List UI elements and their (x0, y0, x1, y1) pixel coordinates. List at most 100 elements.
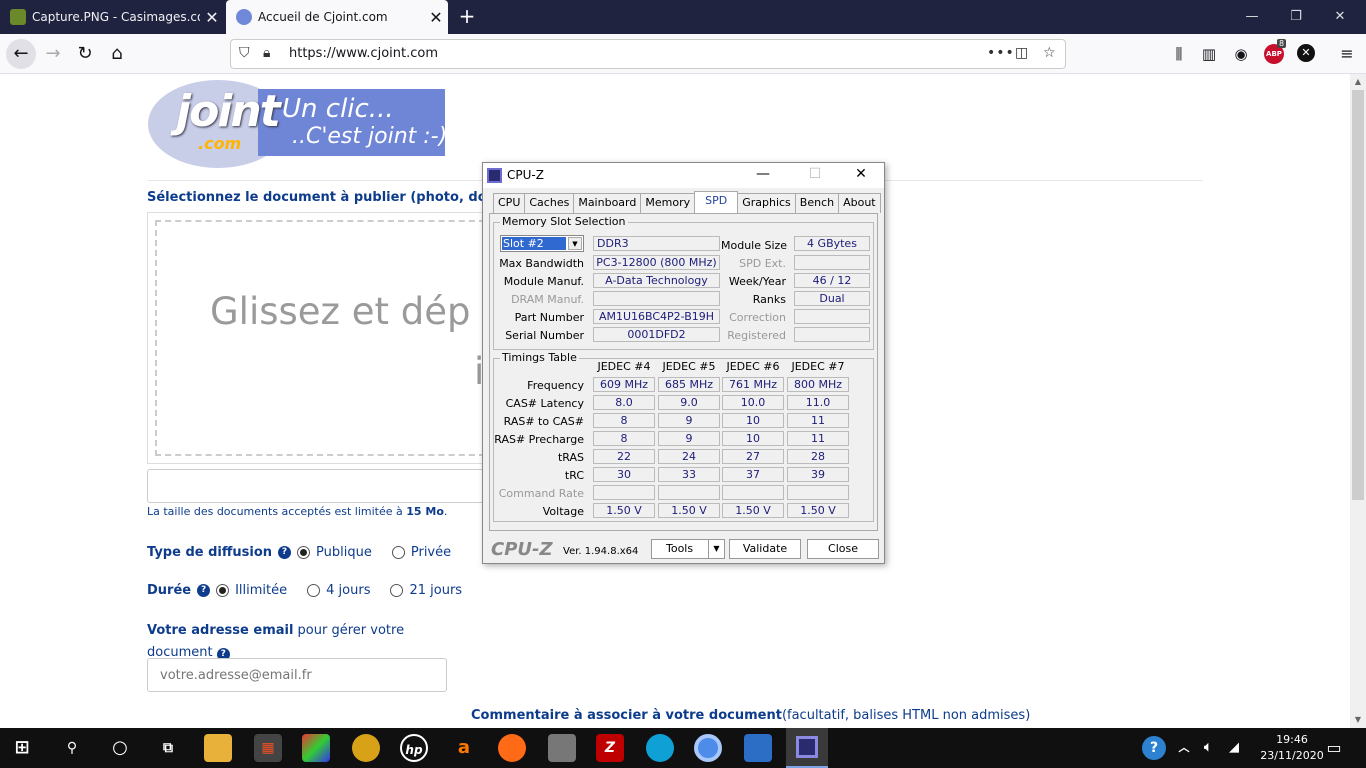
timing-cell (658, 485, 720, 500)
comment-label: Commentaire à associer à votre document(… (471, 708, 1030, 723)
cpuz-titlebar[interactable]: CPU-Z — ☐ ✕ (483, 163, 884, 188)
back-button[interactable]: ← (6, 39, 36, 69)
tab-about[interactable]: About (838, 193, 881, 213)
task-view-icon[interactable]: ⧉ (154, 734, 182, 762)
radio-21-jours[interactable] (390, 584, 404, 597)
tab-cpu[interactable]: CPU (493, 193, 526, 213)
url-text[interactable]: https://www.cjoint.com (289, 46, 438, 61)
sidebar-icon[interactable]: ▥ (1194, 39, 1224, 69)
taskbar-clock[interactable]: 19:46 23/11/2020 (1252, 732, 1332, 764)
scroll-down-icon[interactable]: ▼ (1350, 712, 1366, 728)
file-path-field[interactable] (147, 469, 487, 503)
tab-mainboard[interactable]: Mainboard (573, 193, 642, 213)
week-year-label: Week/Year (728, 275, 786, 288)
cpuz-maximize-icon[interactable]: ☐ (797, 166, 833, 186)
forward-button[interactable]: → (38, 39, 68, 69)
dropdown-arrow-icon: ▼ (568, 237, 582, 250)
minimize-window-icon[interactable]: — (1232, 4, 1272, 30)
cpuz-close-icon[interactable]: ✕ (843, 166, 879, 186)
help-icon[interactable]: ? (197, 584, 211, 597)
comment-label-bold: Commentaire à associer à votre document (471, 708, 782, 723)
home-button[interactable]: ⌂ (102, 39, 132, 69)
help-icon[interactable]: ? (278, 546, 292, 559)
tools-dropdown-icon[interactable]: ▼ (708, 540, 724, 558)
library-icon[interactable]: ⫼ (1164, 39, 1194, 69)
outlook-icon[interactable] (744, 734, 772, 762)
scroll-up-icon[interactable]: ▲ (1350, 74, 1366, 90)
new-tab-button[interactable]: + (454, 4, 480, 30)
close-button[interactable]: Close (807, 539, 879, 559)
diffusion-row: Type de diffusion ? Publique Privée (147, 545, 451, 560)
tab-spd[interactable]: SPD (694, 191, 739, 213)
timing-cell: 9 (658, 413, 720, 428)
timing-cell: 609 MHz (593, 377, 655, 392)
chromium-icon[interactable] (694, 734, 722, 762)
module-manuf-label: Module Manuf. (503, 275, 584, 288)
tab-cjoint[interactable]: Accueil de Cjoint.com ✕ (226, 0, 448, 34)
volume-icon[interactable]: 🔈︎ (1194, 734, 1222, 762)
close-window-icon[interactable]: ✕ (1320, 4, 1360, 30)
drop-zone-text: Glissez et dép (210, 290, 471, 333)
cpuz-app-icon (487, 168, 502, 183)
timing-row-label: Frequency (527, 379, 584, 392)
game-app-icon[interactable] (352, 734, 380, 762)
paint-app-icon[interactable] (302, 734, 330, 762)
tools-button[interactable]: Tools ▼ (651, 539, 725, 559)
edge-icon[interactable] (646, 734, 674, 762)
adblock-badge: 8 (1277, 39, 1287, 48)
search-icon[interactable]: ⚲ (58, 734, 86, 762)
radio-label[interactable]: Publique (316, 545, 372, 560)
serial-number-label: Serial Number (505, 329, 584, 342)
logo-com: .com (198, 134, 242, 153)
menu-hamburger-icon[interactable]: ≡ (1332, 39, 1362, 69)
shield-icon[interactable]: ⛉ (239, 45, 250, 61)
installer-app-icon[interactable] (548, 734, 576, 762)
file-explorer-icon[interactable] (204, 734, 232, 762)
radio-label[interactable]: 21 jours (409, 583, 462, 598)
scrollbar-thumb[interactable] (1352, 90, 1364, 500)
tab-graphics[interactable]: Graphics (737, 193, 796, 213)
tab-casimages[interactable]: Capture.PNG - Casimages.com ✕ (0, 0, 224, 34)
restore-window-icon[interactable]: ❐ (1276, 4, 1316, 30)
store-icon[interactable]: ▦ (254, 734, 282, 762)
url-bar[interactable]: ⛉ 🔒︎ https://www.cjoint.com ••• ◫ ☆ (230, 39, 1066, 69)
email-input[interactable] (147, 658, 447, 692)
close-tab-icon[interactable]: ✕ (200, 8, 224, 27)
reload-button[interactable]: ↻ (70, 39, 100, 69)
firefox-icon[interactable] (498, 734, 526, 762)
hp-app-icon[interactable]: hp (400, 734, 428, 762)
slot-select[interactable]: Slot #2 ▼ (500, 235, 584, 252)
tab-bench[interactable]: Bench (794, 193, 840, 213)
network-icon[interactable]: ◢ (1220, 734, 1248, 762)
radio-label[interactable]: Illimitée (235, 583, 287, 598)
windows-start-icon[interactable]: ⊞ (8, 734, 36, 762)
radio-label[interactable]: Privée (411, 545, 451, 560)
timing-cell: 39 (787, 467, 849, 482)
radio-publique[interactable] (297, 546, 311, 559)
drop-zone-border[interactable] (155, 220, 485, 456)
radio-privee[interactable] (391, 546, 405, 559)
bookmark-star-icon[interactable]: ☆ (1043, 45, 1056, 61)
close-tab-icon[interactable]: ✕ (424, 8, 448, 27)
pocket-icon[interactable]: ◫ (1015, 45, 1028, 61)
radio-4-jours[interactable] (307, 584, 321, 597)
lock-icon[interactable]: 🔒︎ (263, 45, 270, 61)
timing-cell: 22 (593, 449, 655, 464)
account-icon[interactable]: ◉ (1226, 39, 1256, 69)
radio-illimitee[interactable] (216, 584, 230, 597)
part-number-label: Part Number (514, 311, 584, 324)
tab-caches[interactable]: Caches (524, 193, 575, 213)
filezilla-icon[interactable]: Z (596, 734, 624, 762)
timing-cell: 1.50 V (787, 503, 849, 518)
extension-icon[interactable]: ✕ (1297, 44, 1315, 62)
page-actions-icon[interactable]: ••• (987, 45, 1015, 61)
validate-button[interactable]: Validate (729, 539, 801, 559)
avast-icon[interactable]: a (450, 734, 478, 762)
cpuz-minimize-icon[interactable]: — (745, 166, 781, 186)
help-tray-icon[interactable]: ? (1142, 736, 1166, 760)
radio-label[interactable]: 4 jours (326, 583, 370, 598)
cpuz-taskbar-button[interactable] (786, 728, 828, 768)
tab-memory[interactable]: Memory (640, 193, 696, 213)
timing-cell: 11 (787, 431, 849, 446)
cortana-icon[interactable]: ○ (106, 734, 134, 762)
